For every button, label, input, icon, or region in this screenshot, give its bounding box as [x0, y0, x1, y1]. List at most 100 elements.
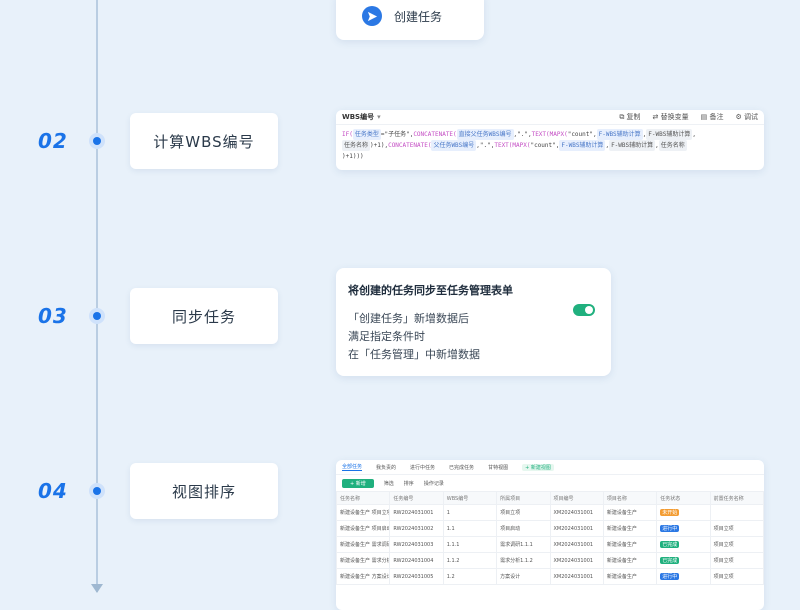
table-header: 任务名称 任务编号 WBS编号 所属项目 项目编号 项目名称 任务状态 前置任务名称: [336, 491, 764, 505]
timeline-arrow: [91, 584, 103, 593]
formula-text: ="子任务",: [380, 131, 414, 138]
table-cell: 1.1: [442, 520, 498, 537]
table-cell: 项目启动: [496, 520, 551, 537]
column-header[interactable]: 项目名称: [602, 491, 658, 505]
table-cell: 项目立项: [709, 520, 764, 537]
formula-token[interactable]: 任务名称: [658, 140, 687, 151]
table-cell: RW2024031002: [389, 520, 444, 537]
step-label-sync: 同步任务: [130, 288, 278, 344]
formula-token[interactable]: F-WBS辅助计算: [646, 129, 693, 140]
view-tab[interactable]: 全部任务: [342, 463, 363, 471]
timeline-line: [96, 0, 98, 592]
debug-button[interactable]: ⚙ 调试: [735, 112, 758, 122]
table-cell: 项目立项: [709, 552, 764, 569]
column-header[interactable]: 任务编号: [389, 491, 444, 505]
column-header[interactable]: 前置任务名称: [709, 491, 764, 505]
formula-token: IF(: [342, 131, 353, 138]
toolbar-button[interactable]: 排序: [404, 480, 414, 487]
table-cell: XM2024031001: [549, 552, 604, 569]
formula-editor[interactable]: WBS编号 ▾ ⧉ 复制 ⇄ 替换变量 ▤ 备注 ⚙ 调试 IF(任务类型 ="子…: [336, 110, 764, 170]
note-button[interactable]: ▤ 备注: [701, 112, 724, 122]
view-tab[interactable]: 我负责的: [376, 464, 396, 471]
formula-header: WBS编号 ▾ ⧉ 复制 ⇄ 替换变量 ▤ 备注 ⚙ 调试: [336, 110, 764, 125]
table-cell: 方案设计: [496, 568, 551, 585]
table-cell: 1.2: [442, 568, 498, 585]
table-cell: 项目立项: [709, 536, 764, 553]
table-row[interactable]: 新建设备生产 方案设计 RW2024031005 1.2 方案设计 XM20240310…: [336, 568, 764, 585]
replace-variable-button[interactable]: ⇄ 替换变量: [653, 112, 689, 122]
table-row[interactable]: 新建设备生产 需求调研1.1.1RW20240310031.1.1需求调研1.1…: [336, 536, 764, 553]
table-cell: 项目立项: [496, 504, 551, 521]
timeline-dot-02: [89, 133, 105, 149]
table-row[interactable]: 新建设备生产 需求分析1.1.2RW20240310041.1.2需求分析1.1…: [336, 552, 764, 569]
table-cell: 新建设备生产 需求调研1.1.1: [336, 536, 391, 553]
table-cell: 新建设备生产: [602, 568, 658, 585]
step-label-wbs: 计算WBS编号: [130, 113, 278, 169]
formula-text: )+1),: [370, 142, 389, 149]
table-cell: 已完成: [656, 552, 711, 569]
view-tab[interactable]: 进行中任务: [410, 464, 435, 471]
task-table-view: 全部任务 我负责的 进行中任务 已完成任务 甘特视图 + 新建视图 + 新增 筛选 排序 操作记…: [336, 460, 764, 610]
create-task-card[interactable]: 创建任务: [336, 0, 484, 40]
column-header[interactable]: 所属项目: [496, 491, 551, 505]
formula-text: ,: [692, 131, 696, 138]
send-icon: [362, 6, 382, 26]
formula-body[interactable]: IF(任务类型 ="子任务",CONCATENATE(直接父任务WBS编号 ,"."…: [336, 125, 764, 166]
task-table: 任务名称 任务编号 WBS编号 所属项目 项目编号 项目名称 任务状态 前置任务名称 新建设备…: [336, 491, 764, 585]
table-row[interactable]: 新建设备生产 项目立项 RW2024031001 1 项目立项 XM2024031001…: [336, 504, 764, 521]
new-view-button[interactable]: + 新建视图: [522, 463, 554, 471]
formula-text: "count",: [530, 142, 560, 149]
table-cell: 进行中: [656, 520, 711, 537]
formula-token: CONCATENATE(: [413, 131, 457, 138]
formula-token[interactable]: 任务名称: [342, 140, 371, 151]
toolbar-button[interactable]: 操作记录: [424, 480, 444, 487]
table-toolbar: + 新增 筛选 排序 操作记录: [336, 475, 764, 491]
add-record-button[interactable]: + 新增: [342, 478, 374, 488]
column-header[interactable]: 任务名称: [336, 491, 391, 505]
formula-line-2: 任务名称)+1),CONCATENATE(父任务WBS编号 ,".",TEXT(M…: [342, 140, 758, 151]
table-cell: 未开始: [656, 504, 711, 521]
table-cell: 需求分析1.1.2: [496, 552, 551, 569]
table-cell: RW2024031004: [389, 552, 444, 569]
toolbar-button[interactable]: 筛选: [384, 480, 394, 487]
sync-title: 将创建的任务同步至任务管理表单: [348, 284, 513, 297]
formula-text: )+1))): [342, 153, 364, 160]
formula-token[interactable]: 父任务WBS编号: [431, 140, 477, 151]
view-tab[interactable]: 甘特视图: [488, 464, 508, 471]
table-cell: 1.1.1: [442, 536, 498, 553]
table-cell: 新建设备生产 需求分析1.1.2: [336, 552, 391, 569]
formula-token[interactable]: F-WBS辅助计算: [559, 140, 606, 151]
sync-line-3: 在「任务管理」中新增数据: [348, 348, 480, 361]
table-cell: RW2024031005: [389, 568, 444, 585]
step-label-sort: 视图排序: [130, 463, 278, 519]
chevron-down-icon[interactable]: ▾: [377, 113, 381, 121]
column-header[interactable]: 项目编号: [549, 491, 604, 505]
status-badge: 进行中: [660, 573, 680, 580]
formula-token[interactable]: F-WBS辅助计算: [609, 140, 656, 151]
formula-token: TEXT(MAPX(: [494, 142, 531, 149]
table-row[interactable]: 新建设备生产 项目启动 RW2024031002 1.1 项目启动 XM20240310…: [336, 520, 764, 537]
view-tabs: 全部任务 我负责的 进行中任务 已完成任务 甘特视图 + 新建视图: [336, 460, 764, 475]
formula-token[interactable]: 任务类型: [352, 129, 381, 140]
view-tab[interactable]: 已完成任务: [449, 464, 474, 471]
formula-line-3: )+1))): [342, 151, 758, 162]
table-cell: 进行中: [656, 568, 711, 585]
column-header[interactable]: 任务状态: [656, 491, 711, 505]
field-name: WBS编号: [342, 113, 375, 121]
formula-text: ,".",: [513, 131, 532, 138]
column-header[interactable]: WBS编号: [442, 491, 498, 505]
table-cell: 新建设备生产: [602, 504, 658, 521]
formula-token[interactable]: F-WBS辅助计算: [596, 129, 643, 140]
formula-token[interactable]: 直接父任务WBS编号: [456, 129, 514, 140]
formula-line-1: IF(任务类型 ="子任务",CONCATENATE(直接父任务WBS编号 ,"."…: [342, 129, 758, 140]
table-cell: 已完成: [656, 536, 711, 553]
table-cell: RW2024031003: [389, 536, 444, 553]
sync-toggle[interactable]: [573, 304, 595, 316]
sync-line-1: 「创建任务」新增数据后: [348, 312, 469, 325]
create-task-label: 创建任务: [394, 9, 443, 24]
copy-button[interactable]: ⧉ 复制: [619, 112, 640, 122]
table-cell: 新建设备生产 项目启动: [336, 520, 391, 537]
status-badge: 已完成: [660, 557, 680, 564]
table-cell: 新建设备生产 项目立项: [336, 504, 391, 521]
sync-line-2: 满足指定条件时: [348, 330, 425, 343]
